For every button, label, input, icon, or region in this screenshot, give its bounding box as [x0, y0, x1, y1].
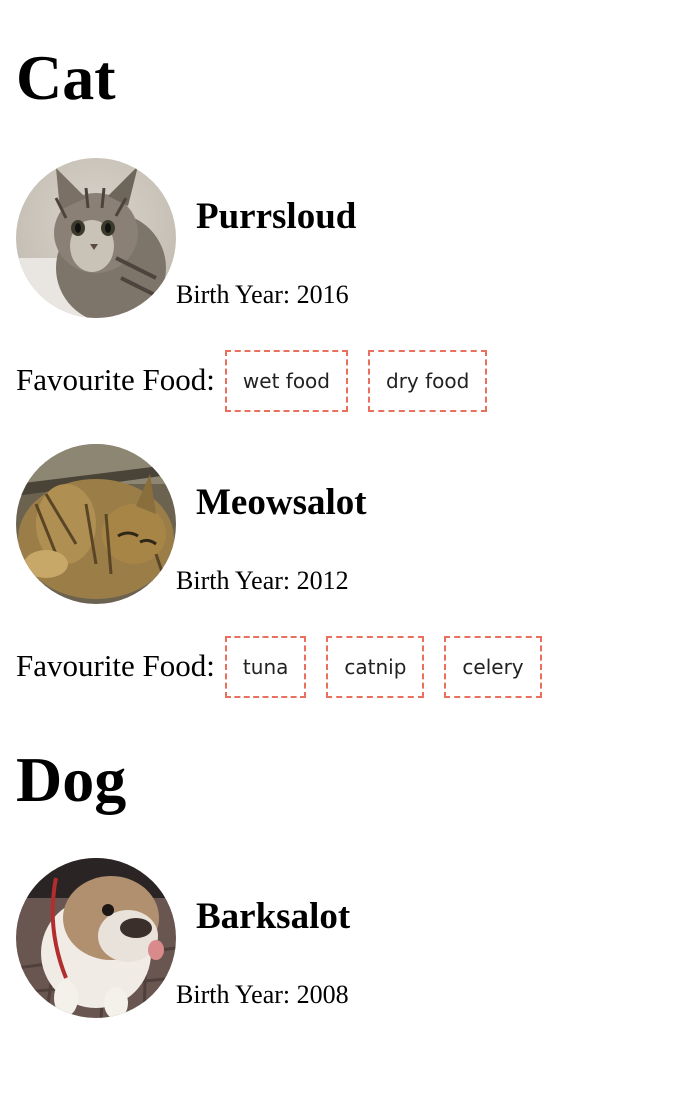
- food-tag: celery: [444, 636, 542, 698]
- pet-card-barksalot: Barksalot Birth Year: 2008: [16, 858, 676, 1018]
- pet-birth-year: Birth Year: 2012: [176, 566, 349, 595]
- pet-list-page: Cat Purrsloud Birth Year: 2016 Favourite…: [0, 0, 700, 1110]
- pet-photo-purrsloud: [16, 158, 176, 318]
- pet-name: Barksalot: [196, 896, 351, 937]
- pet-photo-meowsalot: [16, 444, 176, 604]
- favourite-food-row: Favourite Food: tuna catnip celery: [16, 636, 562, 698]
- food-tag: tuna: [224, 636, 307, 698]
- food-tag: dry food: [368, 350, 488, 412]
- section-heading-dog: Dog: [16, 744, 127, 815]
- pet-card-meowsalot: Meowsalot Birth Year: 2012 Favourite Foo…: [16, 444, 676, 704]
- favourite-food-row: Favourite Food: wet food dry food: [16, 350, 507, 412]
- favourite-food-label: Favourite Food:: [16, 647, 215, 683]
- pet-name: Purrsloud: [196, 196, 357, 237]
- pet-card-purrsloud: Purrsloud Birth Year: 2016 Favourite Foo…: [16, 158, 676, 418]
- pet-birth-year: Birth Year: 2016: [176, 280, 349, 309]
- favourite-food-label: Favourite Food:: [16, 361, 215, 397]
- food-tag: catnip: [326, 636, 425, 698]
- section-heading-cat: Cat: [16, 42, 116, 113]
- pet-photo-barksalot: [16, 858, 176, 1018]
- pet-birth-year: Birth Year: 2008: [176, 980, 349, 1009]
- food-tag: wet food: [224, 350, 348, 412]
- pet-name: Meowsalot: [196, 482, 367, 523]
